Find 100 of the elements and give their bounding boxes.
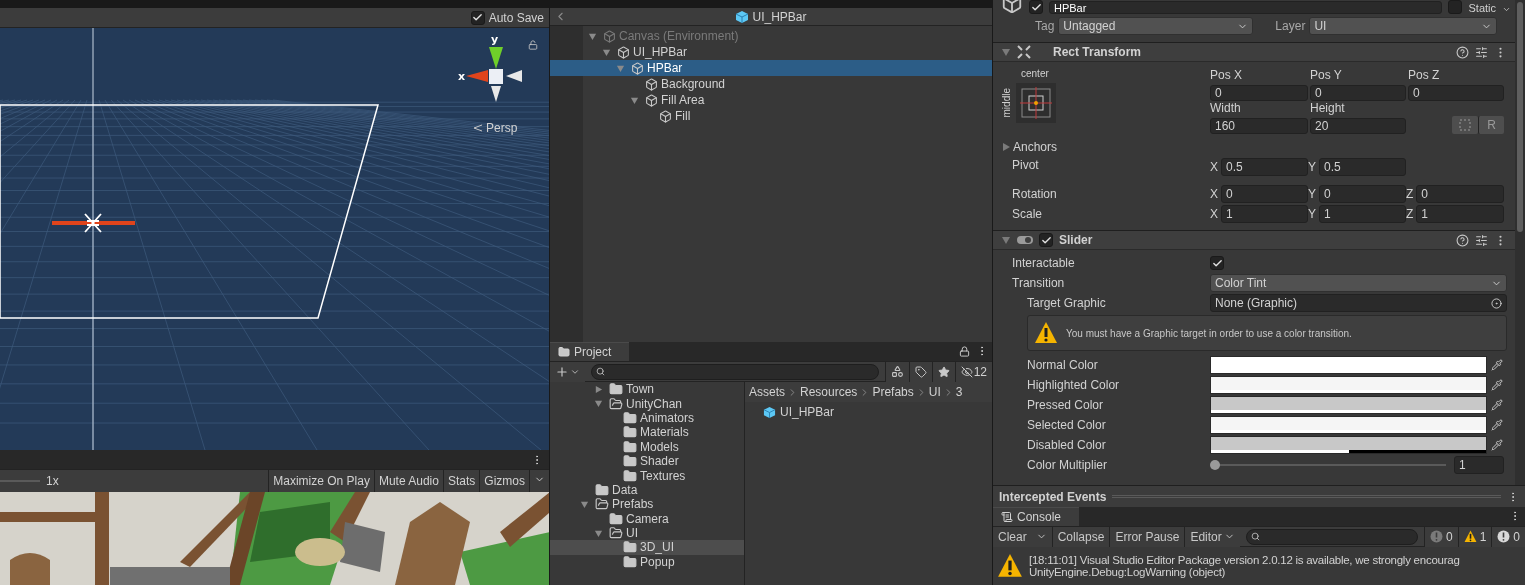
- number-field[interactable]: 1: [1319, 205, 1406, 223]
- slider-track[interactable]: [1210, 459, 1446, 471]
- caret-icon[interactable]: [594, 399, 603, 409]
- search-field[interactable]: [1245, 528, 1418, 545]
- number-field[interactable]: 0: [1408, 85, 1504, 101]
- eyedropper-icon[interactable]: [1491, 419, 1503, 431]
- log-entry[interactable]: [18:11:01] Visual Studio Editor Package version 2.0.12 is available, we strongly encourag UnityEngine.Debug:LogWarning (object): [993, 547, 1525, 585]
- axis-gizmo[interactable]: y x: [458, 32, 538, 112]
- number-field[interactable]: 1: [1221, 205, 1308, 223]
- number-field[interactable]: 160: [1210, 118, 1308, 134]
- hierarchy-item[interactable]: Fill Area: [550, 92, 992, 108]
- number-field[interactable]: 20: [1310, 118, 1406, 134]
- folder-item[interactable]: UnityChan: [550, 396, 744, 411]
- warning-icon: [1034, 321, 1058, 345]
- number-field[interactable]: 0: [1416, 185, 1504, 203]
- folder-item[interactable]: Prefabs: [550, 497, 744, 512]
- object-field[interactable]: None (Graphic): [1210, 294, 1507, 312]
- number-field[interactable]: 1: [1454, 456, 1504, 474]
- folder-icon: [609, 511, 623, 526]
- number-field[interactable]: 0: [1319, 185, 1406, 203]
- transition-dropdown[interactable]: Color Tint: [1210, 274, 1507, 292]
- color-field[interactable]: [1210, 416, 1487, 434]
- hierarchy-item[interactable]: Background: [550, 76, 992, 92]
- number-field[interactable]: 0: [1210, 85, 1308, 101]
- enabled-checkbox[interactable]: [1039, 233, 1053, 247]
- eyedropper-icon[interactable]: [1491, 399, 1503, 411]
- hierarchy-item[interactable]: HPBar: [550, 60, 992, 76]
- breadcrumb-link[interactable]: Prefabs: [872, 385, 914, 399]
- count-toggle[interactable]: 0: [1491, 526, 1525, 547]
- move-handle-icon[interactable]: [84, 213, 102, 233]
- folder-item[interactable]: Shader: [550, 453, 744, 469]
- anchor-presets-icon[interactable]: [1016, 83, 1056, 123]
- anchor-vertical-label: middle: [1001, 88, 1013, 118]
- number-field[interactable]: 0: [1310, 85, 1406, 101]
- blueprint-mode-icon[interactable]: [1452, 116, 1479, 134]
- open-folder-icon: [609, 396, 623, 411]
- eyedropper-icon[interactable]: [1491, 359, 1503, 371]
- breadcrumb-link[interactable]: Assets: [749, 385, 785, 399]
- presets-icon[interactable]: [1475, 45, 1488, 59]
- color-field[interactable]: [1210, 356, 1487, 374]
- toolbar-button[interactable]: Error Pause: [1109, 526, 1185, 547]
- tag-dropdown[interactable]: Untagged: [1058, 17, 1254, 35]
- project-tab[interactable]: Project: [550, 342, 630, 361]
- caret-icon[interactable]: [580, 499, 589, 509]
- folder-item[interactable]: Materials: [550, 425, 744, 440]
- caret-icon[interactable]: [1001, 142, 1011, 152]
- help-icon[interactable]: [1456, 233, 1469, 247]
- hierarchy-item[interactable]: Fill: [550, 108, 992, 124]
- interactable-checkbox[interactable]: [1210, 256, 1224, 270]
- folder-item[interactable]: 3D_UI: [550, 540, 744, 555]
- caret-icon[interactable]: [602, 47, 611, 57]
- lock-icon[interactable]: [959, 346, 970, 357]
- color-field[interactable]: [1210, 396, 1487, 414]
- folder-icon: [558, 346, 570, 358]
- active-checkbox[interactable]: [1029, 0, 1043, 14]
- search-by-type-button[interactable]: [884, 361, 909, 382]
- help-icon[interactable]: [1456, 45, 1469, 59]
- caret-icon[interactable]: [1001, 47, 1011, 57]
- caret-icon[interactable]: [1502, 5, 1511, 14]
- caret-icon[interactable]: [1001, 235, 1011, 245]
- folder-item[interactable]: Data: [550, 482, 744, 498]
- folder-item[interactable]: Camera: [550, 511, 744, 526]
- eyedropper-icon[interactable]: [1491, 439, 1503, 451]
- console-tab[interactable]: Console: [993, 507, 1080, 526]
- static-checkbox[interactable]: [1448, 0, 1463, 14]
- breadcrumb-link[interactable]: 3: [955, 385, 963, 399]
- folder-item[interactable]: Textures: [550, 468, 744, 483]
- folder-item[interactable]: Popup: [550, 554, 744, 570]
- search-field[interactable]: [591, 363, 879, 380]
- count-toggle[interactable]: 0: [1423, 526, 1458, 547]
- folder-item[interactable]: Animators: [550, 410, 744, 426]
- asset-item[interactable]: UI_HPBar: [745, 402, 992, 420]
- folder-item[interactable]: UI: [550, 525, 744, 541]
- caret-icon[interactable]: [594, 384, 603, 394]
- lock-icon[interactable]: [528, 40, 538, 50]
- caret-icon[interactable]: [630, 95, 639, 105]
- object-picker-icon[interactable]: [1491, 297, 1502, 309]
- folder-item[interactable]: Town: [550, 382, 744, 397]
- folder-item[interactable]: Models: [550, 439, 744, 454]
- number-field[interactable]: 1: [1416, 205, 1504, 223]
- projection-label[interactable]: Persp: [486, 121, 518, 135]
- number-field[interactable]: 0: [1221, 185, 1308, 203]
- color-field[interactable]: [1210, 436, 1487, 454]
- toolbar-button[interactable]: Editor: [1184, 526, 1240, 547]
- number-field[interactable]: 0.5: [1221, 158, 1308, 176]
- breadcrumb-link[interactable]: UI: [928, 385, 941, 399]
- breadcrumb-link[interactable]: Resources: [800, 385, 858, 399]
- warning-icon: [1463, 530, 1477, 543]
- eyedropper-icon[interactable]: [1491, 379, 1503, 391]
- hierarchy-item[interactable]: UI_HPBar: [550, 44, 992, 60]
- presets-icon[interactable]: [1475, 233, 1488, 247]
- auto-save-checkbox[interactable]: [470, 10, 485, 25]
- number-field[interactable]: 0.5: [1319, 158, 1406, 176]
- caret-icon[interactable]: [588, 31, 597, 41]
- color-field[interactable]: [1210, 376, 1487, 394]
- scrollbar[interactable]: [1515, 0, 1525, 485]
- name-field[interactable]: HPBar: [1049, 1, 1443, 14]
- slider-thumb[interactable]: [1210, 460, 1220, 470]
- caret-icon[interactable]: [594, 528, 603, 538]
- layer-dropdown[interactable]: UI: [1309, 17, 1498, 35]
